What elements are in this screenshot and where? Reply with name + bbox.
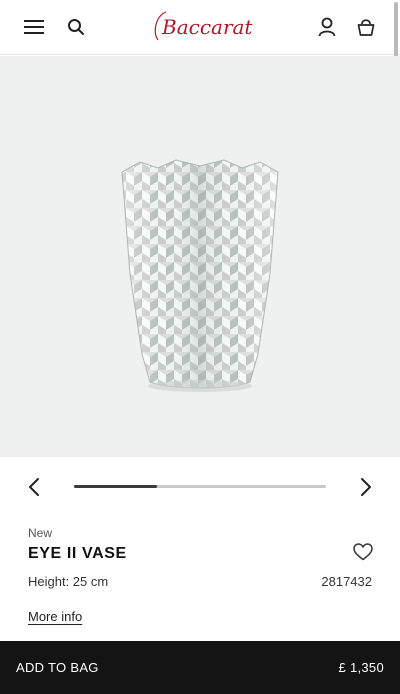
- brand-wordmark: Baccarat: [161, 15, 253, 39]
- account-icon[interactable]: [314, 14, 340, 40]
- more-info-link[interactable]: More info: [28, 609, 82, 624]
- new-badge: New: [28, 526, 53, 540]
- heart-icon[interactable]: [351, 540, 375, 564]
- add-to-bag-label: ADD TO BAG: [16, 660, 99, 675]
- add-to-bag-button[interactable]: ADD TO BAG £ 1,350: [0, 641, 400, 694]
- product-reference: 2817432: [321, 574, 372, 589]
- top-header: Baccarat: [0, 0, 400, 55]
- vase-image: [121, 159, 279, 392]
- brand-logo[interactable]: Baccarat: [140, 6, 260, 48]
- carousel-progress-fill: [74, 485, 158, 488]
- menu-icon[interactable]: [21, 14, 47, 40]
- product-title: EYE II VASE: [28, 545, 127, 562]
- shopping-bag-icon[interactable]: [353, 14, 379, 40]
- product-height: Height: 25 cm: [28, 574, 109, 589]
- product-image[interactable]: [0, 56, 400, 457]
- carousel-progress-track[interactable]: [74, 485, 326, 488]
- product-price: £ 1,350: [338, 660, 384, 675]
- search-icon[interactable]: [63, 14, 89, 40]
- chevron-left-icon[interactable]: [21, 474, 47, 500]
- chevron-right-icon[interactable]: [353, 474, 379, 500]
- image-carousel-controls: [0, 462, 400, 512]
